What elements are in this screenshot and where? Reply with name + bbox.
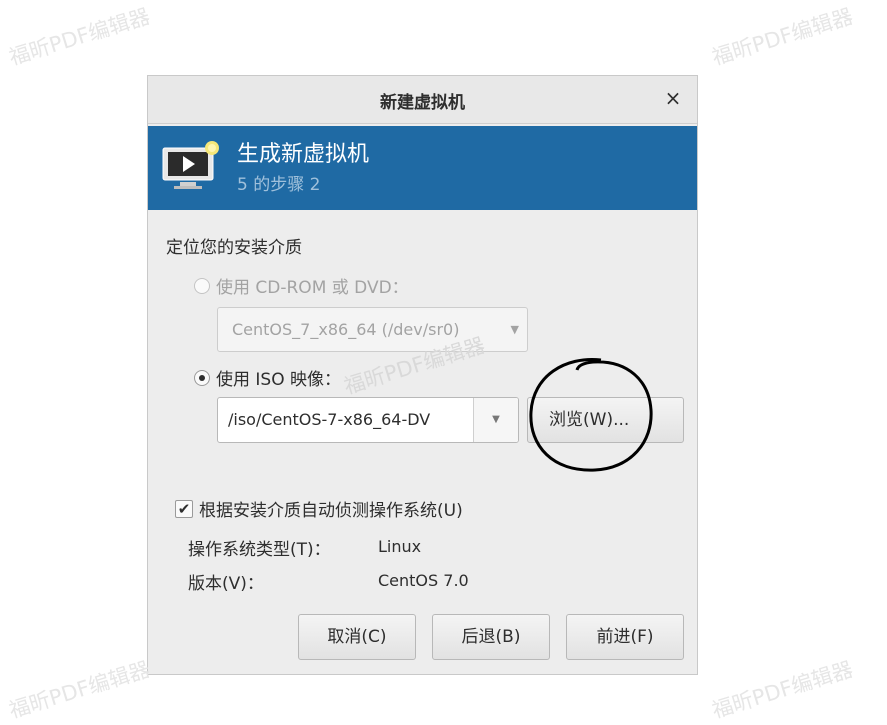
forward-button[interactable]: 前进(F): [566, 614, 684, 660]
cdrom-radio[interactable]: [194, 277, 210, 294]
banner-step: 5 的步骤 2: [237, 175, 321, 195]
close-icon[interactable]: ×: [663, 88, 683, 108]
auto-detect-checkbox[interactable]: ✔: [175, 499, 193, 518]
iso-path-combobox[interactable]: /iso/CentOS-7-x86_64-DV ▼: [217, 397, 519, 443]
os-type-value: Linux: [378, 537, 422, 556]
version-label: 版本(V)：: [188, 574, 264, 594]
browse-button[interactable]: 浏览(W)...: [527, 397, 684, 443]
watermark: 福昕PDF编辑器: [709, 657, 856, 723]
auto-detect-label: 根据安装介质自动侦测操作系统(U): [199, 501, 463, 521]
cdrom-radio-label: 使用 CD-ROM 或 DVD：: [216, 278, 409, 298]
monitor-play-icon: [162, 141, 219, 189]
cdrom-radio-option[interactable]: 使用 CD-ROM 或 DVD：: [194, 273, 409, 298]
auto-detect-os-option[interactable]: ✔ 根据安装介质自动侦测操作系统(U): [175, 496, 463, 521]
cancel-button[interactable]: 取消(C): [298, 614, 416, 660]
wizard-banner: 生成新虚拟机 5 的步骤 2: [148, 126, 697, 210]
cdrom-device-value: CentOS_7_x86_64 (/dev/sr0): [232, 320, 460, 339]
chevron-down-icon[interactable]: ▼: [473, 398, 518, 442]
watermark: 福昕PDF编辑器: [6, 657, 153, 723]
banner-title: 生成新虚拟机: [237, 142, 370, 167]
iso-radio[interactable]: [194, 369, 210, 386]
install-media-label: 定位您的安装介质: [166, 238, 302, 258]
watermark: 福昕PDF编辑器: [6, 4, 153, 70]
iso-path-input[interactable]: /iso/CentOS-7-x86_64-DV: [228, 410, 430, 429]
os-type-label: 操作系统类型(T)：: [188, 540, 331, 560]
iso-radio-label: 使用 ISO 映像：: [216, 370, 341, 390]
back-button[interactable]: 后退(B): [432, 614, 550, 660]
iso-radio-option[interactable]: 使用 ISO 映像：: [194, 365, 341, 390]
chevron-down-icon: ▼: [510, 323, 519, 336]
dialog-titlebar[interactable]: 新建虚拟机 ×: [148, 76, 697, 124]
watermark: 福昕PDF编辑器: [709, 4, 856, 70]
version-value: CentOS 7.0: [378, 571, 469, 590]
dialog-title: 新建虚拟机: [380, 93, 465, 113]
